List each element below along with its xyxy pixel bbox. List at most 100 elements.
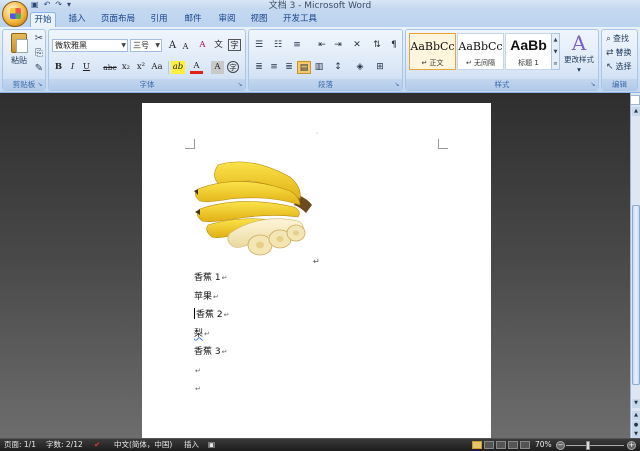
font-name-combo[interactable]: 微软雅黑 ▼ [52, 39, 128, 52]
insert-mode[interactable]: 插入 [184, 439, 199, 451]
office-button[interactable] [2, 1, 28, 27]
full-screen-view-icon[interactable] [484, 441, 494, 449]
show-marks-icon[interactable]: ¶ [387, 39, 401, 52]
scroll-thumb[interactable] [632, 205, 640, 385]
zoom-in-icon[interactable]: + [627, 441, 636, 450]
align-right-icon[interactable]: ≣ [282, 61, 296, 74]
tab-home[interactable]: 开始 [30, 12, 56, 27]
document-body[interactable]: 香蕉 1↵ 苹果↵ 香蕉 2↵ 梨↵ 香蕉 3↵ ↵ ↵ [194, 269, 229, 399]
scroll-down-icon[interactable]: ▼ [632, 399, 640, 408]
word-count[interactable]: 字数: 2/12 [46, 439, 83, 451]
doc-line[interactable]: 香蕉 3↵ [194, 343, 229, 362]
gallery-more-icon[interactable]: ≡ [552, 58, 559, 70]
view-ruler-toggle[interactable] [630, 95, 640, 105]
language-status[interactable]: 中文(简体，中国) [114, 439, 172, 451]
zoom-slider-thumb[interactable] [586, 441, 590, 450]
style-normal[interactable]: AaBbCc ↵ 正文 [409, 33, 456, 70]
undo-icon[interactable]: ↶ [44, 1, 51, 9]
change-case-button[interactable]: Aa [149, 61, 165, 74]
scroll-up-icon[interactable]: ▲ [632, 107, 640, 116]
tab-page-layout[interactable]: 页面布局 [98, 12, 138, 27]
justify-icon[interactable]: ▤ [297, 61, 311, 74]
underline-button[interactable]: U [80, 61, 93, 74]
decrease-indent-icon[interactable]: ⇤ [315, 39, 329, 52]
char-border-button[interactable]: 字 [228, 39, 241, 51]
replace-button[interactable]: ⇄ 替换 [606, 47, 632, 58]
save-icon[interactable]: ▣ [31, 1, 39, 9]
tab-insert[interactable]: 插入 [64, 12, 90, 27]
tab-references[interactable]: 引用 [146, 12, 172, 27]
zoom-out-icon[interactable]: − [556, 441, 565, 450]
page-count[interactable]: 页面: 1/1 [4, 439, 36, 451]
draft-view-icon[interactable] [520, 441, 530, 449]
doc-line[interactable]: 香蕉 2↵ [194, 306, 229, 325]
tab-review[interactable]: 审阅 [214, 12, 240, 27]
font-color-button[interactable]: A [190, 61, 203, 74]
italic-button[interactable]: I [66, 61, 79, 74]
sort-icon[interactable]: ⇅ [370, 39, 384, 52]
numbering-icon[interactable]: ☷ [271, 39, 285, 52]
highlight-button[interactable]: ab [171, 61, 185, 74]
subscript-button[interactable]: x₂ [119, 61, 133, 74]
chevron-down-icon[interactable]: ▼ [552, 46, 559, 58]
document-page[interactable]: ˇ ↵ 香蕉 1↵ 苹果↵ 香蕉 2↵ 梨↵ 香蕉 3↵ ↵ ↵ [142, 103, 491, 443]
format-painter-icon[interactable]: ✎ [33, 63, 45, 75]
style-no-spacing[interactable]: AaBbCc ↵ 无间隔 [457, 33, 504, 70]
style-heading-1[interactable]: AaBb 标题 1 [505, 33, 552, 70]
clipboard-launcher-icon[interactable]: ↘ [36, 81, 44, 89]
shading-icon[interactable]: ◈ [353, 61, 367, 74]
prev-page-icon[interactable]: ▲ [632, 411, 640, 420]
redo-icon[interactable]: ↷ [55, 1, 62, 9]
find-button[interactable]: ⌕ 查找 [606, 33, 629, 44]
select-button[interactable]: ↖ 选择 [606, 61, 632, 72]
paragraph-launcher-icon[interactable]: ↘ [393, 81, 401, 89]
tab-view[interactable]: 视图 [246, 12, 272, 27]
doc-line[interactable]: ↵ [194, 380, 229, 399]
enclose-char-button[interactable]: 字 [227, 61, 239, 73]
tab-mailings[interactable]: 邮件 [180, 12, 206, 27]
increase-indent-icon[interactable]: ⇥ [331, 39, 345, 52]
change-styles-button[interactable]: A 更改样式 ▾ [561, 32, 597, 74]
outline-view-icon[interactable] [508, 441, 518, 449]
line-spacing-icon[interactable]: ↕ [331, 61, 345, 74]
shrink-font-button[interactable]: A [179, 40, 192, 53]
styles-launcher-icon[interactable]: ↘ [589, 81, 597, 89]
anchor-mark: ˇ [316, 133, 319, 139]
tab-developer[interactable]: 开发工具 [280, 12, 320, 27]
strikethrough-button[interactable]: abc [102, 61, 118, 74]
char-shading-button[interactable]: A [211, 61, 224, 74]
phonetic-guide-button[interactable]: 文 [212, 39, 225, 52]
banana-image[interactable] [190, 155, 320, 259]
copy-icon[interactable]: ⎘ [33, 48, 45, 60]
font-size-combo[interactable]: 三号 ▼ [130, 39, 162, 52]
grow-font-button[interactable]: A [166, 39, 179, 52]
macro-record-icon[interactable]: ▣ [208, 439, 215, 451]
chevron-up-icon[interactable]: ▲ [552, 34, 559, 46]
bullets-icon[interactable]: ☰ [252, 39, 266, 52]
superscript-button[interactable]: x² [134, 61, 148, 74]
doc-line[interactable]: 梨↵ [194, 325, 229, 344]
chinese-layout-icon[interactable]: ✕ [350, 39, 364, 52]
vertical-scrollbar[interactable]: ▲ ▼ ▲ ● ▼ [630, 93, 640, 439]
gallery-scroll[interactable]: ▲ ▼ ≡ [551, 33, 560, 70]
doc-line[interactable]: 苹果↵ [194, 288, 229, 307]
doc-line[interactable]: ↵ [194, 362, 229, 381]
web-layout-view-icon[interactable] [496, 441, 506, 449]
align-center-icon[interactable]: ≡ [267, 61, 281, 74]
multilevel-list-icon[interactable]: ≡ [290, 39, 304, 52]
distribute-icon[interactable]: ▥ [312, 61, 326, 74]
align-left-icon[interactable]: ≣ [252, 61, 266, 74]
qat-more-icon[interactable]: ▾ [67, 1, 71, 9]
doc-line[interactable]: 香蕉 1↵ [194, 269, 229, 288]
font-launcher-icon[interactable]: ↘ [236, 81, 244, 89]
zoom-slider-track[interactable] [566, 445, 624, 446]
clear-format-button[interactable]: A [196, 39, 209, 52]
borders-icon[interactable]: ⊞ [373, 61, 387, 74]
zoom-level[interactable]: 70% [535, 439, 552, 451]
select-browse-object-icon[interactable]: ● [632, 421, 640, 430]
proofing-icon[interactable]: ✔ [94, 439, 100, 451]
cut-icon[interactable]: ✂ [33, 33, 45, 45]
print-layout-view-icon[interactable] [472, 441, 482, 449]
bold-button[interactable]: B [52, 61, 65, 74]
paste-button[interactable]: 粘贴 [6, 33, 32, 77]
